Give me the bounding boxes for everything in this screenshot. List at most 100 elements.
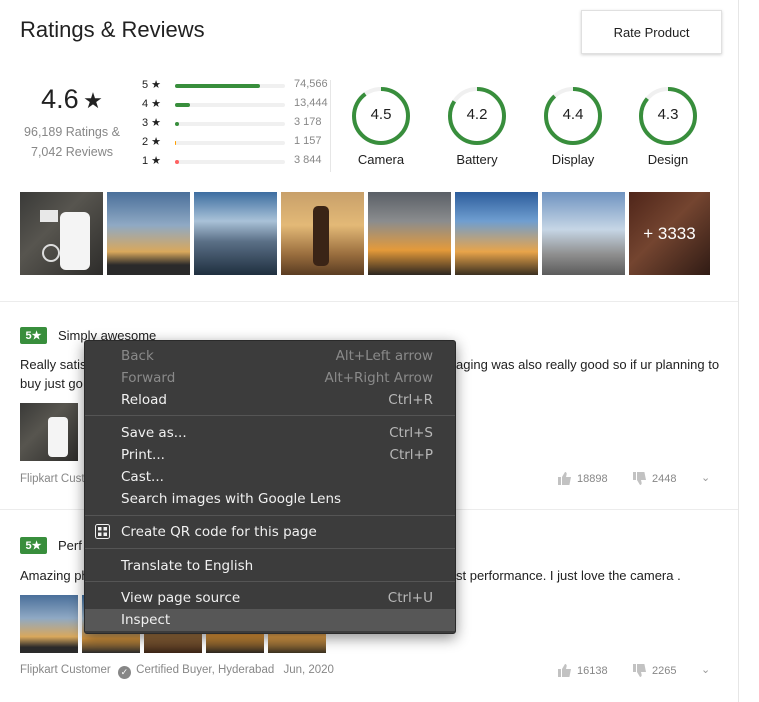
menu-item-inspect[interactable]: Inspect [85,609,455,631]
qr-code-icon [95,524,110,539]
like-count: 16138 [577,664,608,677]
review-rating-badge: 5★ [20,327,47,344]
rating-bar-fill [175,103,191,107]
rate-product-button[interactable]: Rate Product [581,10,722,54]
photo-thumbnail[interactable] [542,192,625,275]
photo-thumbnail[interactable] [107,192,190,275]
customer-photos: + 3333 [20,192,710,275]
photo-thumbnail[interactable] [368,192,451,275]
menu-separator [85,581,455,582]
menu-item-label: Forward [121,370,176,386]
menu-item-save-as[interactable]: Save as... Ctrl+S [85,422,455,444]
menu-item-forward[interactable]: Forward Alt+Right Arrow [85,367,455,389]
rating-bar-label: 4 ★ [142,98,162,110]
aspect-value: 4.3 [657,106,679,123]
rating-bar-track [175,122,285,126]
chevron-down-icon[interactable]: ⌄ [701,471,710,484]
rating-bar-row: 2 ★ 1 157 [142,135,332,154]
thumbs-down-icon [633,664,646,677]
menu-item-label: Translate to English [121,558,254,574]
aspect-camera[interactable]: 4.5 Camera [341,86,421,167]
menu-item-translate[interactable]: Translate to English [85,555,455,577]
menu-item-qr-code[interactable]: Create QR code for this page [85,521,455,543]
aspect-label: Display [551,152,595,167]
rating-bar-label: 3 ★ [142,117,162,129]
aspect-display[interactable]: 4.4 Display [533,86,613,167]
menu-item-shortcut: Alt+Left arrow [335,348,433,364]
thumbs-down-icon [633,472,646,485]
review-photo[interactable] [20,595,78,653]
divider [0,301,738,302]
dislike-button[interactable]: 2448 [633,472,676,485]
menu-item-print[interactable]: Print... Ctrl+P [85,444,455,466]
rating-bar-count: 1 157 [294,135,322,147]
review-body-line: st performance. I just love the camera . [456,568,681,583]
rating-bar-track [175,141,285,145]
menu-item-back[interactable]: Back Alt+Left arrow [85,345,455,367]
menu-item-label: Save as... [121,425,187,441]
menu-item-label: Reload [121,392,167,408]
photo-thumbnail[interactable] [455,192,538,275]
more-photos-thumbnail[interactable]: + 3333 [629,192,710,275]
menu-item-shortcut: Ctrl+P [389,447,433,463]
menu-item-google-lens[interactable]: Search images with Google Lens [85,488,455,510]
scrollbar-area[interactable] [739,0,759,702]
star-icon: ★ [83,88,103,113]
like-button[interactable]: 18898 [558,472,608,485]
aspect-design[interactable]: 4.3 Design [628,86,708,167]
rating-bar-track [175,103,285,107]
aspect-label: Camera [357,152,405,167]
menu-item-shortcut: Ctrl+S [389,425,433,441]
aspect-label: Design [647,152,689,167]
rating-bar-track [175,160,285,164]
review-author: Flipkart Custo [20,473,91,485]
review-author: Flipkart Customer [20,664,111,676]
photo-thumbnail[interactable] [194,192,277,275]
thumbs-up-icon [558,472,571,485]
page-title: Ratings & Reviews [20,17,205,42]
aspect-value: 4.5 [370,106,392,123]
like-button[interactable]: 16138 [558,664,608,677]
chevron-down-icon[interactable]: ⌄ [701,663,710,676]
average-rating: 4.6 ★ [20,84,124,115]
review-date: Jun, 2020 [283,664,334,676]
thumbs-up-icon [558,664,571,677]
reviews-count: 7,042 Reviews [31,145,113,159]
photo-thumbnail[interactable] [20,192,103,275]
rating-bar-count: 3 178 [294,116,322,128]
rating-bar-row: 4 ★ 13,444 [142,97,332,116]
aspect-value: 4.2 [466,106,488,123]
review-body-line: buy just go [20,376,83,391]
rating-bar-fill [175,160,180,164]
rating-bar-label: 2 ★ [142,136,162,148]
check-icon: ✓ [117,666,131,679]
rating-bar-label: 5 ★ [142,79,162,91]
more-photos-count: + 3333 [629,192,710,275]
dislike-button[interactable]: 2265 [633,664,676,677]
menu-item-label: Print... [121,447,165,463]
menu-item-shortcut: Alt+Right Arrow [324,370,433,386]
review-photo[interactable] [20,403,78,461]
menu-item-label: Search images with Google Lens [121,491,342,507]
average-rating-value: 4.6 [41,84,79,114]
rating-bar-fill [175,84,261,88]
review-body-line: Amazing ph [20,568,89,583]
photo-thumbnail[interactable] [281,192,364,275]
rating-bar-label: 1 ★ [142,155,162,167]
menu-separator [85,515,455,516]
certified-buyer: Certified Buyer, Hyderabad [136,664,275,676]
rating-bar-track [175,84,285,88]
rating-bar-count: 13,444 [294,97,328,109]
menu-item-cast[interactable]: Cast... [85,466,455,488]
menu-item-view-source[interactable]: View page source Ctrl+U [85,587,455,609]
rating-bar-row: 3 ★ 3 178 [142,116,332,135]
aspect-battery[interactable]: 4.2 Battery [437,86,517,167]
divider [330,80,331,172]
menu-item-shortcut: Ctrl+U [387,590,433,606]
rating-bar-fill [175,122,179,126]
menu-item-shortcut: Ctrl+R [388,392,433,408]
menu-item-reload[interactable]: Reload Ctrl+R [85,389,455,411]
rating-distribution: 5 ★ 74,566 4 ★ 13,444 3 ★ 3 178 2 ★ 1 15… [142,78,332,173]
dislike-count: 2448 [652,472,677,485]
menu-item-label: Create QR code for this page [121,524,317,540]
